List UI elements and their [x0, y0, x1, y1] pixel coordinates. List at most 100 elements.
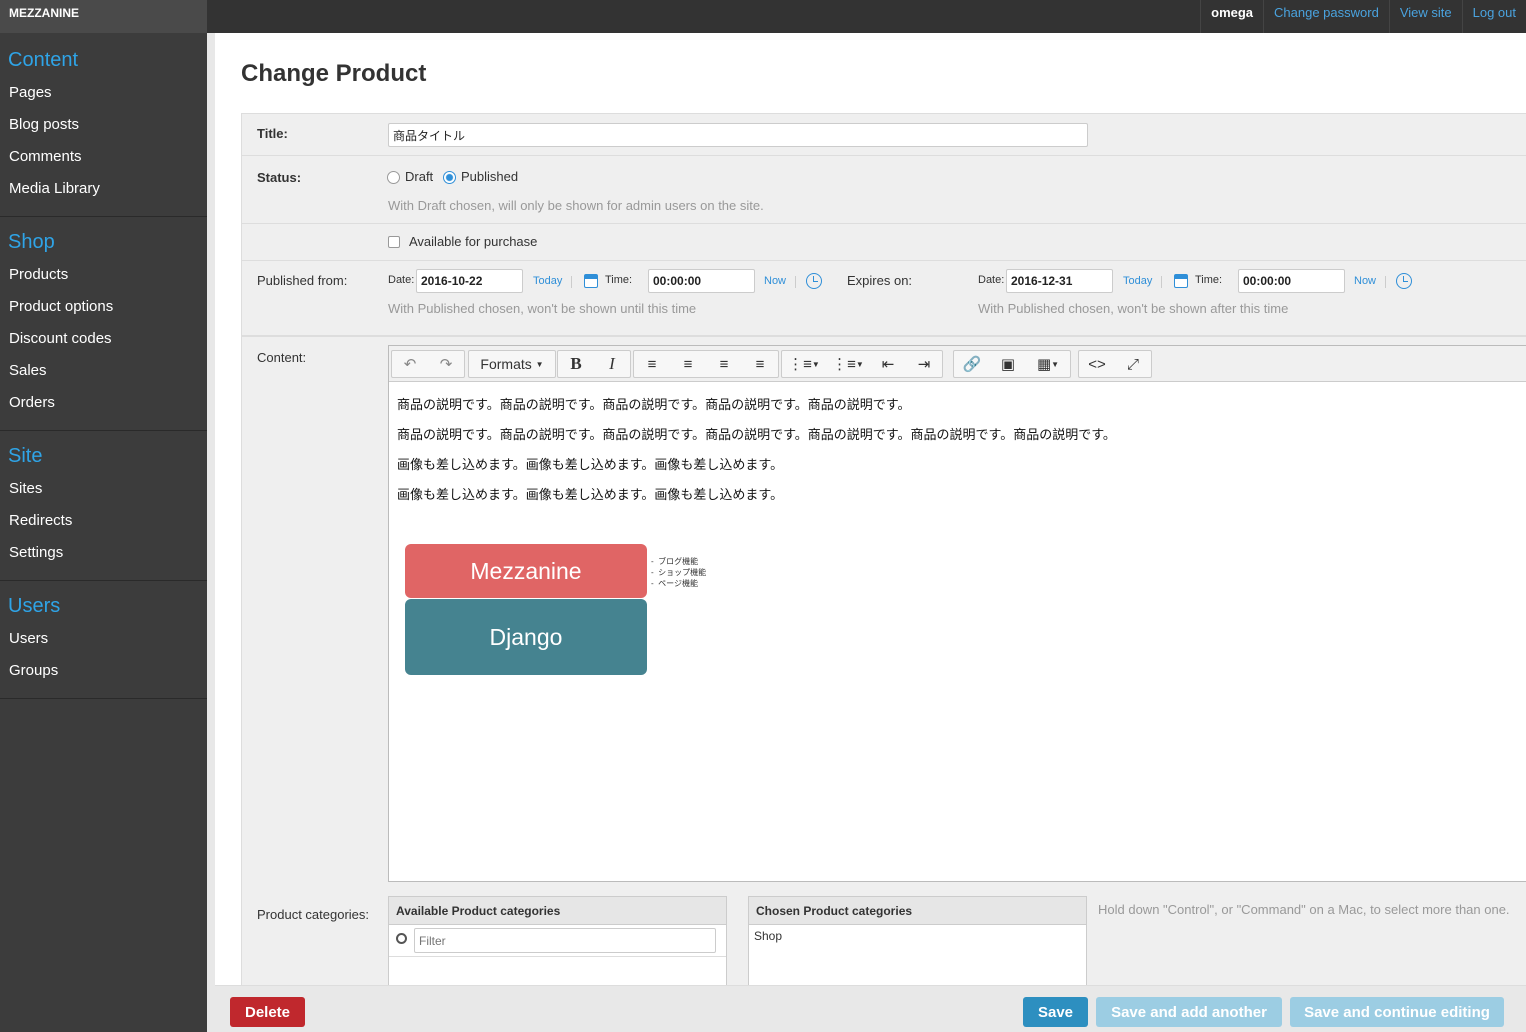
- view-site-link[interactable]: View site: [1388, 0, 1462, 33]
- exp-now-link[interactable]: Now: [1354, 275, 1376, 287]
- view-group: <> ⤢: [1078, 350, 1152, 378]
- nav-head-content[interactable]: Content: [0, 49, 207, 72]
- exp-date-label: Date:: [978, 274, 1005, 286]
- pub-time-input[interactable]: [648, 269, 755, 293]
- log-out-link[interactable]: Log out: [1461, 0, 1526, 33]
- filter-input[interactable]: [414, 928, 716, 953]
- separator: [1385, 276, 1386, 288]
- pub-date-input[interactable]: [416, 269, 523, 293]
- available-checkbox[interactable]: [388, 236, 400, 248]
- redo-icon[interactable]: ↷: [428, 351, 464, 377]
- mezzanine-box: Mezzanine: [405, 544, 647, 598]
- feature-text: ブログ機能: [658, 557, 699, 566]
- sidebar-item-sites[interactable]: Sites: [0, 474, 207, 506]
- history-group: ↶ ↷: [391, 350, 465, 378]
- editor-toolbar: ↶ ↷ Formats ▼ B I ≡ ≡ ≡ ≡ ⋮≡ ▼ ⋮≡ ▼ ⇤ ⇥ …: [389, 346, 1526, 382]
- published-radio[interactable]: [443, 171, 456, 184]
- exp-today-link[interactable]: Today: [1123, 275, 1152, 287]
- paragraph: 画像も差し込めます。画像も差し込めます。画像も差し込めます。: [397, 487, 784, 502]
- sidebar-item-products[interactable]: Products: [0, 260, 207, 292]
- feature-item: - ページ機能: [651, 579, 698, 588]
- published-from-label: Published from:: [257, 273, 348, 288]
- italic-icon[interactable]: I: [594, 351, 630, 377]
- nav-head-site[interactable]: Site: [0, 445, 207, 468]
- user-links: omega Change password View site Log out: [1200, 0, 1526, 33]
- clock-icon[interactable]: [806, 273, 822, 289]
- align-right-icon[interactable]: ≡: [706, 351, 742, 377]
- bold-icon[interactable]: B: [558, 351, 594, 377]
- exp-date-input[interactable]: [1006, 269, 1113, 293]
- change-password-link[interactable]: Change password: [1263, 0, 1389, 33]
- sidebar-item-orders[interactable]: Orders: [0, 388, 207, 420]
- feature-item: - ブログ機能: [651, 557, 699, 566]
- table-icon[interactable]: ▦ ▼: [1026, 351, 1070, 377]
- sidebar-item-blog-posts[interactable]: Blog posts: [0, 110, 207, 142]
- separator: [795, 276, 796, 288]
- sidebar-item-redirects[interactable]: Redirects: [0, 506, 207, 538]
- chosen-categories-title: Chosen Product categories: [749, 897, 1086, 925]
- feature-text: ページ機能: [658, 579, 698, 588]
- feature-item: - ショップ機能: [651, 568, 707, 577]
- sidebar-item-groups[interactable]: Groups: [0, 656, 207, 688]
- nav-head-shop[interactable]: Shop: [0, 231, 207, 254]
- title-row: Title:: [242, 114, 1526, 156]
- feature-text: ショップ機能: [658, 568, 707, 577]
- formats-dropdown[interactable]: Formats ▼: [469, 351, 555, 377]
- sidebar-item-users[interactable]: Users: [0, 624, 207, 656]
- formats-group: Formats ▼: [468, 350, 556, 378]
- content-label: Content:: [257, 350, 307, 365]
- paragraph: 商品の説明です。商品の説明です。商品の説明です。商品の説明です。商品の説明です。…: [397, 427, 1116, 442]
- submit-row: Delete Save Save and add another Save an…: [215, 985, 1526, 1032]
- editor-body[interactable]: 商品の説明です。商品の説明です。商品の説明です。商品の説明です。商品の説明です。…: [397, 390, 1517, 675]
- pub-today-link[interactable]: Today: [533, 275, 562, 287]
- style-group: B I: [557, 350, 631, 378]
- nav-head-users[interactable]: Users: [0, 595, 207, 618]
- outdent-icon[interactable]: ⇤: [870, 351, 906, 377]
- bullet-list-icon[interactable]: ⋮≡ ▼: [782, 351, 826, 377]
- published-label[interactable]: Published: [461, 169, 518, 184]
- sidebar-item-pages[interactable]: Pages: [0, 78, 207, 110]
- draft-label[interactable]: Draft: [405, 169, 433, 184]
- exp-help: With Published chosen, won't be shown af…: [978, 301, 1289, 316]
- numbered-list-icon[interactable]: ⋮≡ ▼: [826, 351, 870, 377]
- calendar-icon[interactable]: [584, 274, 598, 288]
- sidebar-item-product-options[interactable]: Product options: [0, 292, 207, 324]
- align-justify-icon[interactable]: ≡: [742, 351, 778, 377]
- pub-date-label: Date:: [388, 274, 415, 286]
- source-code-icon[interactable]: <>: [1079, 351, 1115, 377]
- sidebar-item-discount-codes[interactable]: Discount codes: [0, 324, 207, 356]
- calendar-icon[interactable]: [1174, 274, 1188, 288]
- fullscreen-icon[interactable]: ⤢: [1115, 351, 1151, 377]
- rich-text-editor[interactable]: ↶ ↷ Formats ▼ B I ≡ ≡ ≡ ≡ ⋮≡ ▼ ⋮≡ ▼ ⇤ ⇥ …: [388, 345, 1526, 882]
- sidebar-item-media-library[interactable]: Media Library: [0, 174, 207, 206]
- sidebar-item-sales[interactable]: Sales: [0, 356, 207, 388]
- brand-logo[interactable]: MEZZANINE: [0, 0, 207, 33]
- search-icon: [396, 933, 407, 944]
- undo-icon[interactable]: ↶: [392, 351, 428, 377]
- pub-now-link[interactable]: Now: [764, 275, 786, 287]
- embedded-image[interactable]: Mezzanine Django - ブログ機能 - ショップ機能 - ページ機…: [405, 544, 735, 684]
- sidebar-item-settings[interactable]: Settings: [0, 538, 207, 570]
- link-icon[interactable]: 🔗: [954, 351, 990, 377]
- align-center-icon[interactable]: ≡: [670, 351, 706, 377]
- save-button[interactable]: Save: [1023, 997, 1088, 1027]
- status-row: Status: Draft Published With Draft chose…: [242, 156, 1526, 224]
- save-and-add-another-button[interactable]: Save and add another: [1096, 997, 1282, 1027]
- delete-button[interactable]: Delete: [230, 997, 305, 1027]
- content-row-border: [242, 336, 1526, 337]
- chosen-item[interactable]: Shop: [749, 925, 1086, 947]
- indent-icon[interactable]: ⇥: [906, 351, 942, 377]
- separator: [1161, 276, 1162, 288]
- align-left-icon[interactable]: ≡: [634, 351, 670, 377]
- available-label[interactable]: Available for purchase: [409, 234, 537, 249]
- title-input[interactable]: [388, 123, 1088, 147]
- save-and-continue-button[interactable]: Save and continue editing: [1290, 997, 1504, 1027]
- image-icon[interactable]: ▣: [990, 351, 1026, 377]
- list-group: ⋮≡ ▼ ⋮≡ ▼ ⇤ ⇥: [781, 350, 943, 378]
- exp-time-input[interactable]: [1238, 269, 1345, 293]
- separator: [571, 276, 572, 288]
- clock-icon[interactable]: [1396, 273, 1412, 289]
- feature-list: - ブログ機能 - ショップ機能 - ページ機能: [651, 556, 706, 589]
- sidebar-item-comments[interactable]: Comments: [0, 142, 207, 174]
- draft-radio[interactable]: [387, 171, 400, 184]
